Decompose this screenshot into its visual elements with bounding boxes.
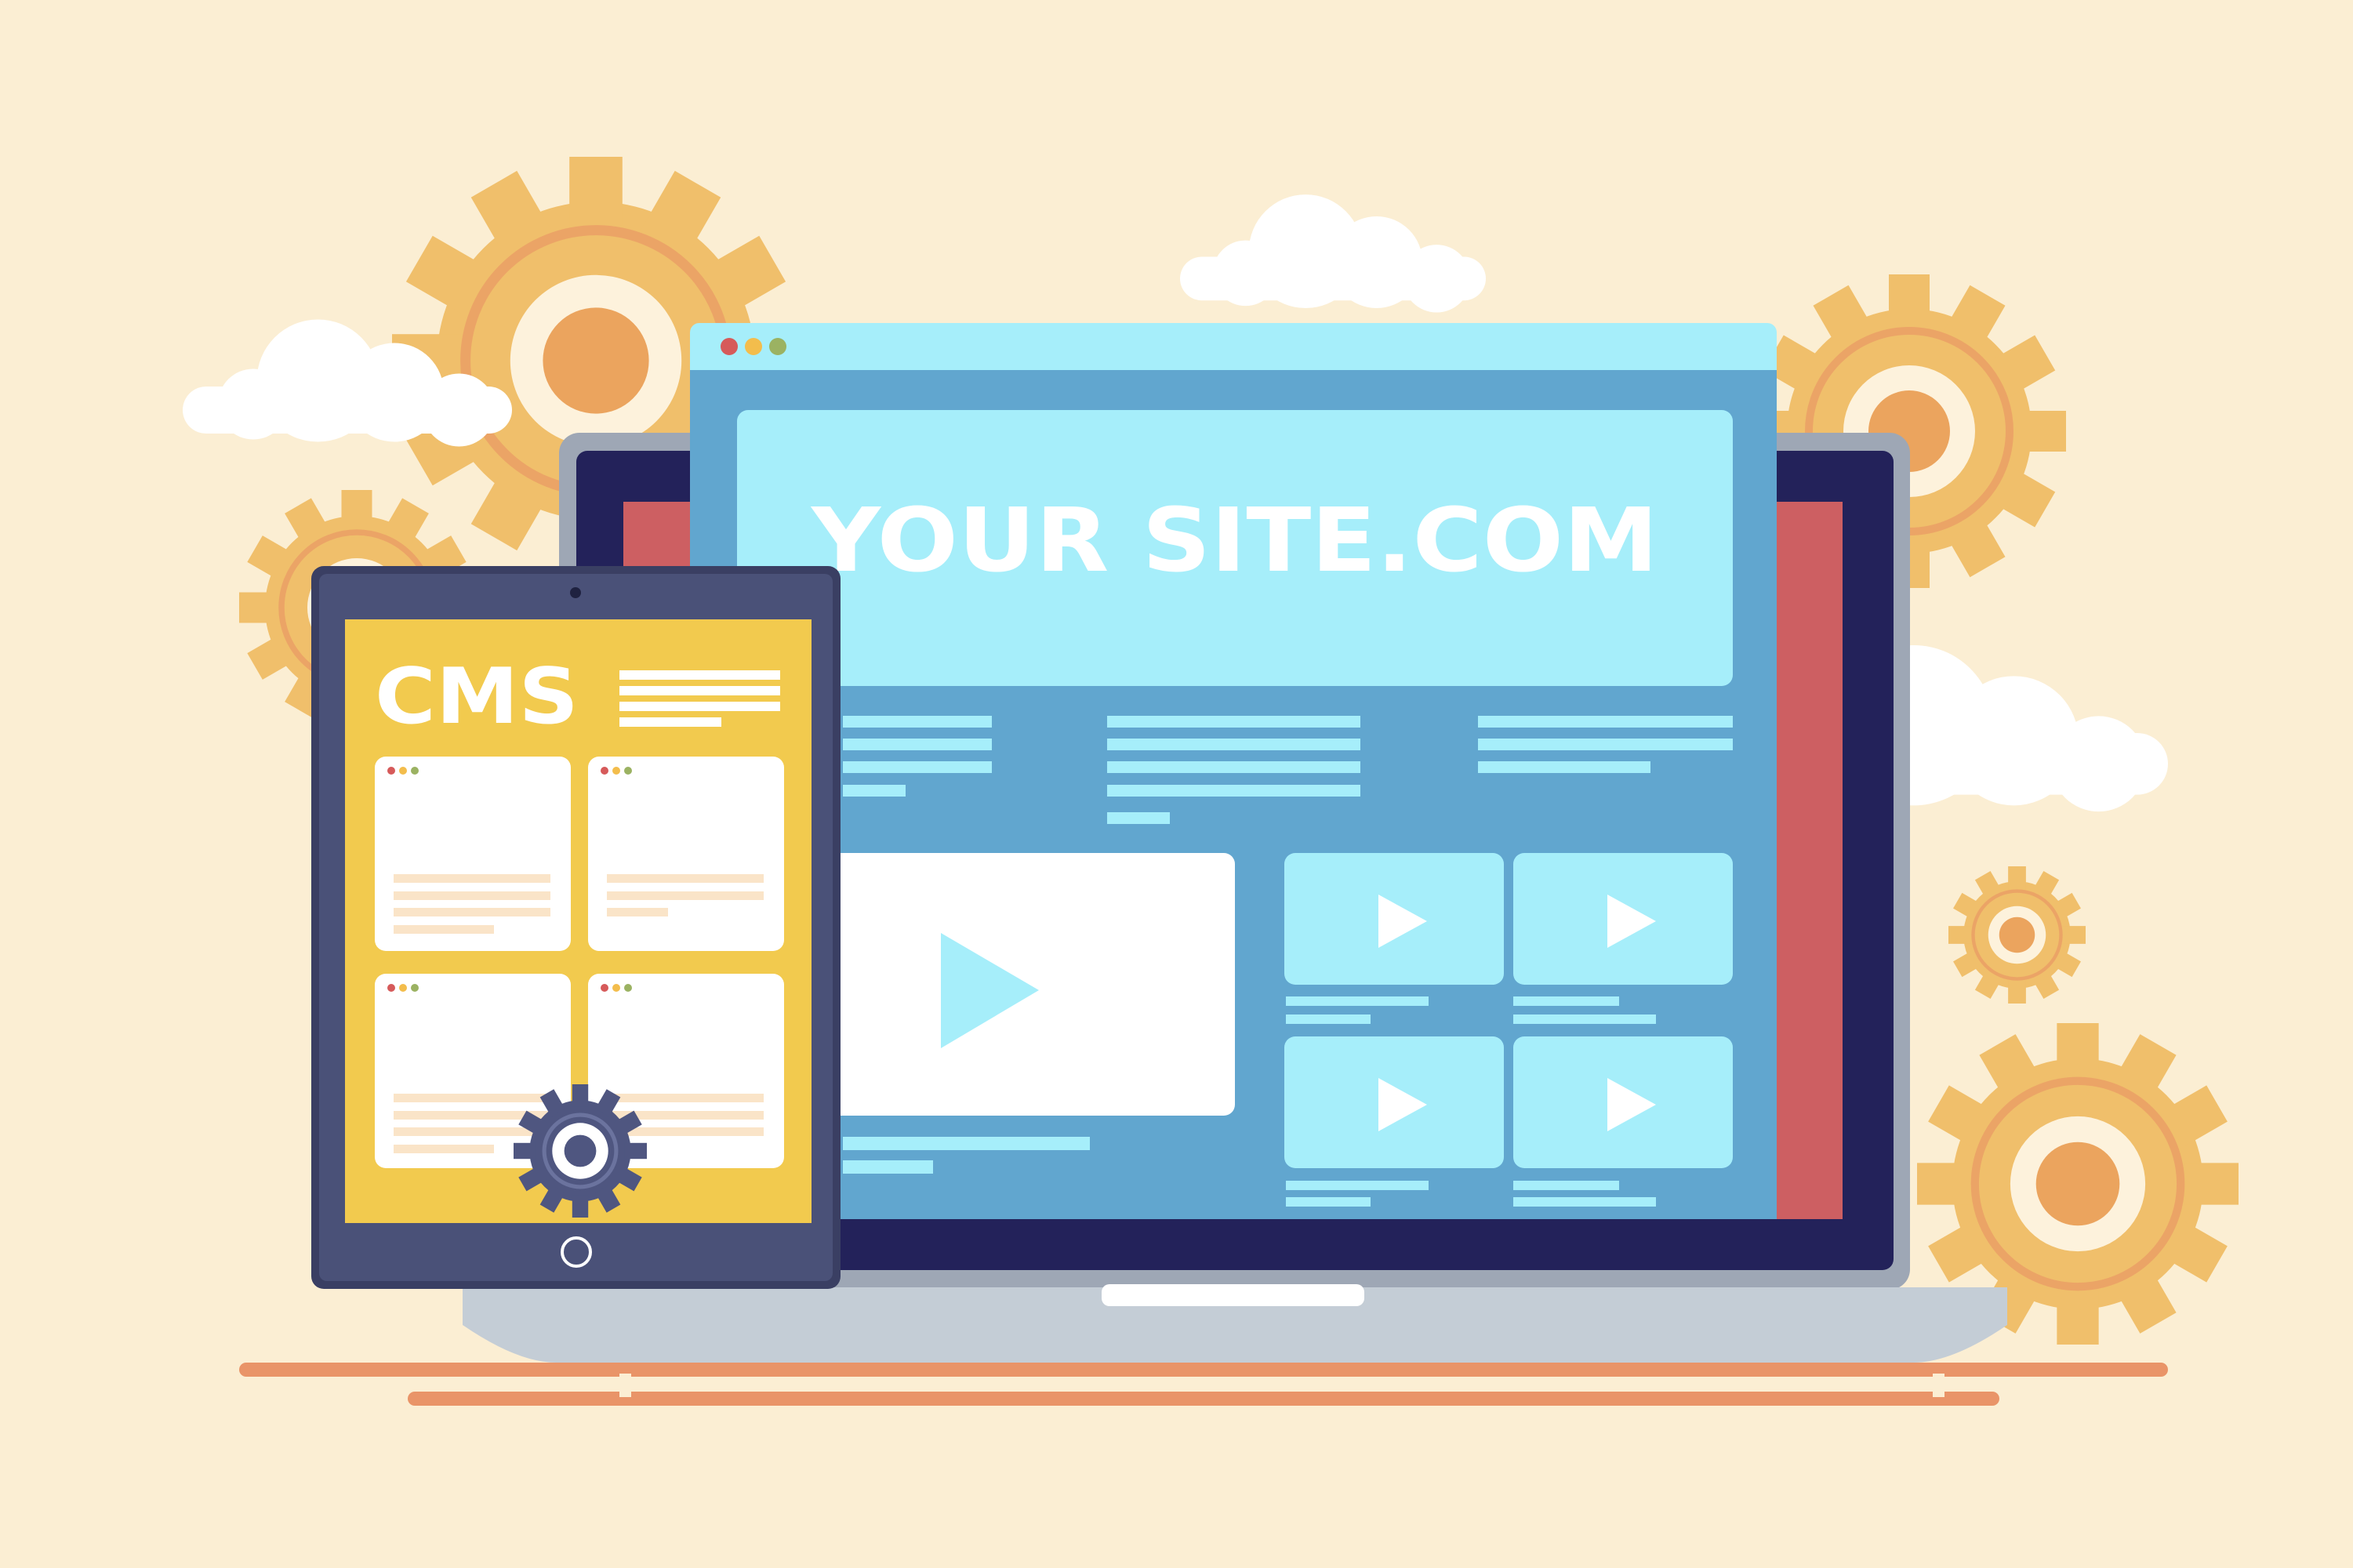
illustration-canvas: YOUR SITE.COM CMS: [183, 0, 2353, 1406]
video-thumbnail: [1284, 1036, 1504, 1168]
window-dot-green: [769, 338, 786, 355]
window-dot-yellow: [745, 338, 762, 355]
ground-lines: [239, 1363, 2168, 1406]
laptop-base-notch: [1102, 1284, 1364, 1306]
video-thumbnail: [1284, 853, 1504, 985]
video-thumbnail: [1513, 1036, 1733, 1168]
gear-icon: [1948, 866, 2086, 1004]
cloud-icon: [1180, 194, 1486, 313]
cms-title: CMS: [375, 652, 579, 742]
cms-card: [588, 757, 784, 951]
site-title: YOUR SITE.COM: [810, 490, 1658, 592]
video-thumbnail: [1513, 853, 1733, 985]
camera-icon: [570, 587, 581, 598]
browser-window: YOUR SITE.COM: [690, 323, 1777, 1219]
cms-card: [375, 757, 571, 951]
tablet: CMS: [311, 566, 841, 1289]
window-dot-red: [721, 338, 738, 355]
